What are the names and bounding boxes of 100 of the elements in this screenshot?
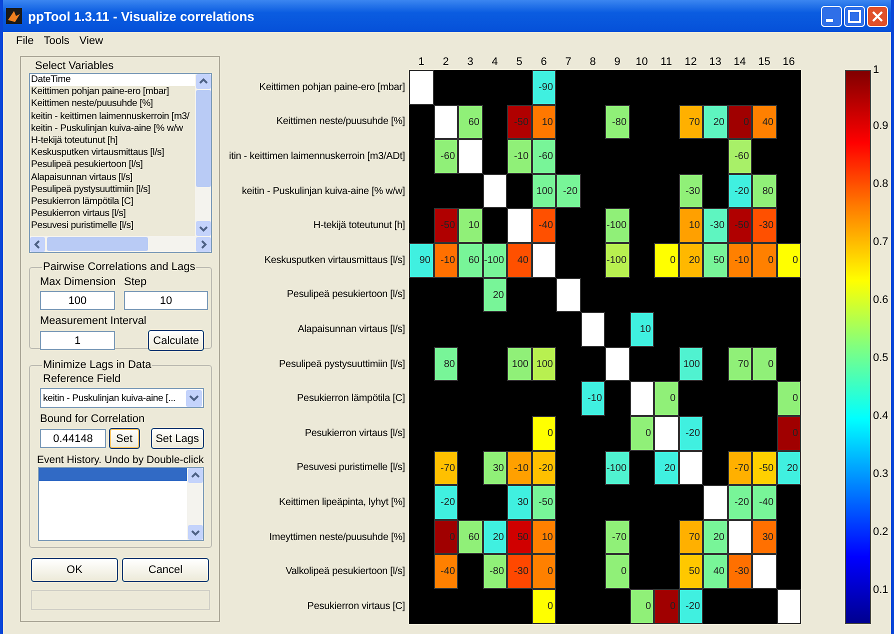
heatmap-cell: -20 <box>556 174 580 208</box>
heatmap-cell: -50 <box>752 450 776 486</box>
menu-item[interactable]: Tools <box>40 35 72 47</box>
heatmap-cell: -20 <box>532 450 556 486</box>
scrollbar[interactable] <box>195 74 211 236</box>
field-label: Max Dimension <box>40 276 115 288</box>
dropdown[interactable]: keitin - Puskulinjan kuiva-aine [... <box>40 388 204 408</box>
input-field[interactable]: 10 <box>124 291 208 310</box>
heatmap-cell: -10 <box>580 381 605 416</box>
heatmap-cell: 50 <box>703 242 728 278</box>
heatmap-cell: 40 <box>507 242 532 278</box>
list-item[interactable]: Keittimen pohjan paine-ero [mbar] <box>30 86 195 98</box>
heatmap-cell: -80 <box>605 104 630 140</box>
field-label: Reference Field <box>43 373 121 385</box>
row-label: keitin - Puskulinjan kuiva-aine [% w/w] <box>240 186 405 197</box>
cancel-button[interactable]: Cancel <box>122 558 209 582</box>
heatmap-cell: 0 <box>776 242 801 278</box>
input-field[interactable]: 100 <box>40 291 115 310</box>
list-item[interactable]: keitin - keittimen laimennuskerroin [m3/ <box>30 110 195 123</box>
heatmap-cell: 0 <box>532 416 556 451</box>
heatmap-cell: 0 <box>434 520 458 554</box>
heatmap-cell: 0 <box>654 381 678 416</box>
menu-item[interactable]: File <box>13 35 37 47</box>
heatmap-cell: 70 <box>678 104 703 140</box>
heatmap-cell: 60 <box>458 520 482 554</box>
scroll-left-icon[interactable] <box>30 236 45 252</box>
list-item[interactable]: Pesulipeä pystysuuttimiin [l/s] <box>30 184 195 196</box>
section-title: Select Variables <box>35 60 115 72</box>
heatmap-cell: -40 <box>752 485 776 520</box>
heatmap-cell: 10 <box>458 208 482 243</box>
input-field[interactable]: 1 <box>40 331 115 350</box>
list-item[interactable]: Keittimen neste/puusuhde [%] <box>30 98 195 111</box>
maximize-button[interactable] <box>844 6 865 26</box>
list-item[interactable]: DateTime <box>30 74 195 86</box>
scroll-up-icon[interactable] <box>188 468 202 483</box>
column-number: 7 <box>564 56 572 70</box>
column-number: 4 <box>490 56 499 70</box>
heatmap-cell: 0 <box>654 588 678 624</box>
heatmap-cell: -100 <box>605 450 630 486</box>
colorbar-tick-label: 0.8 <box>873 178 888 190</box>
heatmap-cell: 0 <box>776 416 801 451</box>
column-number: 15 <box>757 56 772 70</box>
row-label: Imeyttimen neste/puusuhde [%] <box>268 532 405 543</box>
row-label: Pesulipeä pystysuuttimiin [l/s] <box>278 358 405 370</box>
heatmap-cell: 50 <box>507 520 532 554</box>
colorbar-tick-label: 0.2 <box>873 526 888 538</box>
row-label: Pesukierron virtaus [l/s] <box>304 428 405 439</box>
ok-button[interactable]: OK <box>31 558 118 582</box>
heatmap-cell: -100 <box>605 242 630 278</box>
list-item[interactable]: Pesukierron lämpötila [C] <box>30 196 195 208</box>
heatmap-cell: -60 <box>728 139 752 174</box>
history-list[interactable] <box>38 467 204 541</box>
colorbar-tick-label: 0.7 <box>873 236 888 248</box>
heatmap-cell: -30 <box>678 174 703 208</box>
list-item[interactable]: Alapaisunnan virtaus [l/s] <box>30 172 195 184</box>
set-lags-button[interactable]: Set Lags <box>150 428 204 449</box>
input-field[interactable]: 0.44148 <box>40 429 106 448</box>
list-item[interactable]: keitin - Puskulinjan kuiva-aine [% w/w <box>30 122 195 135</box>
heatmap-cell: -100 <box>482 242 507 278</box>
row-label: Pesuvesi puristimelle [l/s] <box>296 462 405 474</box>
colorbar-tick-label: 0.4 <box>873 410 888 422</box>
minimize-button[interactable] <box>821 6 842 26</box>
heatmap-cell: 90 <box>409 242 434 278</box>
heatmap-cell: 100 <box>678 346 703 382</box>
field-label: Event History. Undo by Double-click <box>37 454 204 466</box>
list-item[interactable]: Pesulipeä pesukiertoon [l/s] <box>30 159 195 172</box>
row-label: Keittimen lipeäpinta, lyhyt [%] <box>278 496 405 508</box>
heatmap-cell: -40 <box>532 208 556 243</box>
column-number: 1 <box>417 56 426 70</box>
list-item[interactable]: Pesukierron virtaus [l/s] <box>30 208 195 220</box>
column-number: 12 <box>684 56 698 70</box>
row-label: H-tekijä toteutunut [h] <box>312 220 405 232</box>
set-button[interactable]: Set <box>109 428 140 449</box>
list-item[interactable]: Pesuvesi puristimelle [l/s] <box>30 220 195 232</box>
column-number: 6 <box>540 56 548 70</box>
field-label: Step <box>124 276 147 288</box>
group-title: Minimize Lags in Data <box>42 359 152 371</box>
list-item[interactable]: Keskusputken virtausmittaus [l/s] <box>30 147 195 160</box>
column-number: 5 <box>515 56 524 70</box>
heatmap-cell: 10 <box>678 208 703 243</box>
heatmap-cell: -20 <box>728 174 752 208</box>
heatmap-cell: 70 <box>678 520 703 554</box>
heatmap-cell: 0 <box>630 588 654 624</box>
column-number: 16 <box>782 56 796 70</box>
list-item[interactable]: H-tekijä toteutunut [h] <box>30 134 195 148</box>
heatmap-cell: -30 <box>507 554 532 589</box>
scroll-right-icon[interactable] <box>196 236 211 252</box>
close-button[interactable] <box>867 6 888 26</box>
heatmap-cell: 30 <box>752 520 776 554</box>
heatmap-cell: -20 <box>434 485 458 520</box>
heatmap-cell: 0 <box>752 346 776 382</box>
heatmap-cell: -10 <box>434 242 458 278</box>
scroll-down-icon[interactable] <box>188 525 202 540</box>
calculate-button[interactable]: Calculate <box>148 330 204 351</box>
scroll-down-icon[interactable] <box>196 221 210 236</box>
menu-item[interactable]: View <box>76 35 106 47</box>
row-label: Pesukierron virtaus [C] <box>306 600 405 612</box>
scroll-up-icon[interactable] <box>196 74 210 89</box>
heatmap-cell: -90 <box>532 70 556 105</box>
scrollbar[interactable] <box>30 236 211 252</box>
